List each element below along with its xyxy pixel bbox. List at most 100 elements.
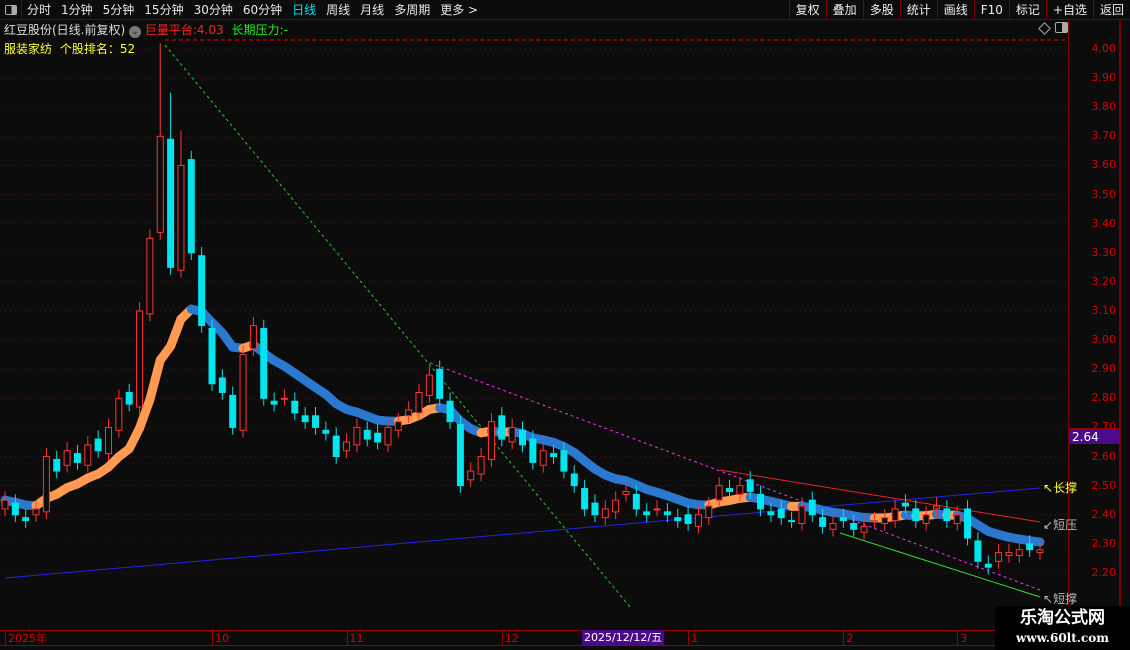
candle-body	[177, 164, 185, 271]
period-5[interactable]: 60分钟	[238, 0, 287, 20]
period-7[interactable]: 周线	[321, 0, 355, 20]
price-label: 3.10	[1091, 303, 1117, 317]
candle-body	[767, 511, 775, 516]
period-6[interactable]: 日线	[287, 0, 321, 20]
toolbar-button-5[interactable]: F10	[973, 0, 1009, 20]
pressure-label: 长期压力:	[231, 23, 284, 37]
stock-info-line: 红豆股份(日线.前复权) ⌄ 巨量平台:4.03 长期压力:-	[4, 21, 288, 38]
candle-body	[156, 135, 164, 233]
time-label: 3	[957, 631, 967, 646]
layout-toggle-button[interactable]	[0, 0, 22, 20]
stock-name: 红豆股份(日线.前复权)	[4, 23, 126, 37]
toolbar-button-0[interactable]: 复权	[788, 0, 826, 20]
period-8[interactable]: 月线	[355, 0, 389, 20]
price-label: 3.50	[1091, 187, 1117, 201]
candle-body	[115, 397, 123, 431]
long-support-label: ↖长撑	[1043, 481, 1078, 495]
time-label: 2025年	[5, 631, 47, 646]
candle-body	[291, 400, 299, 414]
price-label: 3.80	[1091, 100, 1117, 114]
candle-body	[363, 429, 371, 440]
price-label: 3.30	[1091, 245, 1117, 259]
platform-label: 巨量平台:	[144, 23, 197, 37]
period-10[interactable]: 更多 >	[435, 0, 483, 20]
period-2[interactable]: 5分钟	[98, 0, 140, 20]
candle-body	[601, 508, 609, 519]
right-panel-edge	[1120, 20, 1130, 610]
short-support-line	[839, 532, 1041, 598]
rank-value: 52	[119, 42, 136, 56]
candle-body	[239, 354, 247, 431]
candle-body	[984, 563, 992, 568]
toolbar-button-7[interactable]: +自选	[1045, 0, 1093, 20]
toolbar-button-4[interactable]: 画线	[936, 0, 974, 20]
price-label: 3.70	[1091, 129, 1117, 143]
candle-body	[705, 505, 713, 519]
candle-body	[73, 453, 81, 463]
short-support-label: ↖短撑	[1043, 592, 1078, 606]
candle-body	[550, 453, 558, 458]
period-1[interactable]: 1分钟	[56, 0, 98, 20]
price-label: 2.40	[1091, 507, 1117, 521]
candle-body	[208, 327, 216, 385]
industry: 服装家纺	[4, 42, 53, 56]
time-label: 2	[843, 631, 853, 646]
panel-toggle-icon[interactable]	[1055, 22, 1068, 33]
candle-body	[229, 394, 237, 428]
price-label: 3.60	[1091, 158, 1117, 172]
candle-body	[736, 485, 744, 495]
price-label: 2.50	[1091, 478, 1117, 492]
candle-body	[218, 377, 226, 393]
candle-body	[694, 514, 702, 527]
candle-body	[301, 415, 309, 423]
time-label: 10	[212, 631, 229, 646]
candle-body	[322, 429, 330, 434]
candle-body	[870, 520, 878, 523]
period-0[interactable]: 分时	[22, 0, 56, 20]
price-label: 2.30	[1091, 536, 1117, 550]
toolbar-button-8[interactable]: 返回	[1092, 0, 1130, 20]
toolbar-button-1[interactable]: 叠加	[825, 0, 863, 20]
candle-body	[901, 502, 909, 507]
candle-body	[643, 511, 651, 516]
price-label: 4.00	[1091, 42, 1117, 55]
candle-body	[146, 237, 154, 315]
candle-body	[53, 458, 61, 472]
candle-body	[436, 368, 444, 399]
candle-body	[187, 159, 195, 254]
candle-body	[260, 327, 268, 399]
toolbar-button-6[interactable]: 标记	[1008, 0, 1046, 20]
period-9[interactable]: 多周期	[389, 0, 435, 20]
candle-body	[674, 517, 682, 522]
candle-body	[819, 517, 827, 527]
candle-body	[964, 508, 972, 539]
toolbar-button-2[interactable]: 多股	[862, 0, 900, 20]
candle-body	[508, 426, 516, 443]
period-4[interactable]: 30分钟	[189, 0, 238, 20]
candle-body	[498, 415, 506, 440]
candle-body	[891, 508, 899, 522]
candlestick-chart[interactable]	[0, 0, 1068, 630]
candle-body	[467, 470, 475, 481]
candle-body	[715, 485, 723, 501]
dropdown-icon[interactable]: ⌄	[129, 26, 142, 38]
candle-body	[591, 502, 599, 516]
candle-body	[477, 456, 485, 475]
candle-body	[570, 473, 578, 487]
candle-body	[757, 493, 765, 510]
candle-body	[198, 255, 206, 327]
toolbar-button-3[interactable]: 统计	[899, 0, 937, 20]
price-label: 3.90	[1091, 71, 1117, 85]
candle-body	[384, 426, 392, 446]
candle-body	[332, 435, 340, 458]
price-label: 2.20	[1091, 565, 1117, 579]
candle-body	[167, 138, 175, 268]
candle-body	[63, 450, 71, 466]
candle-body	[653, 508, 661, 511]
layout-icon	[4, 4, 17, 15]
candle-body	[839, 517, 847, 522]
candle-body	[94, 438, 102, 452]
candle-body	[622, 490, 630, 495]
period-toolbar: 分时 1分钟 5分钟 15分钟 30分钟 60分钟 日线 周线 月线 多周期 更多 > 复权 叠加 多股…	[0, 0, 1130, 20]
period-3[interactable]: 15分钟	[139, 0, 188, 20]
